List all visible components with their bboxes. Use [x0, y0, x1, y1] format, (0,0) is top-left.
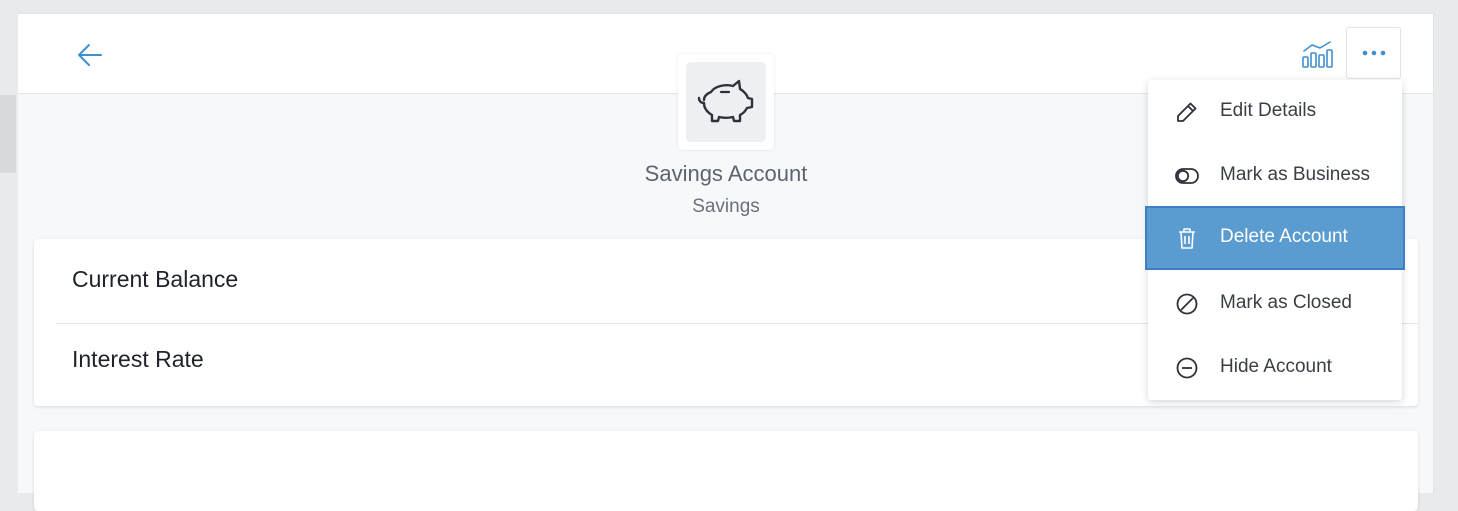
menu-item-mark-as-closed[interactable]: Mark as Closed [1148, 272, 1402, 336]
menu-item-label: Mark as Closed [1220, 292, 1352, 313]
menu-item-label: Delete Account [1220, 226, 1348, 247]
pencil-icon [1177, 102, 1197, 122]
account-name: Savings Account [644, 161, 808, 186]
interest-rate-label: Interest Rate [72, 346, 204, 372]
back-button[interactable] [76, 42, 104, 68]
current-balance-label: Current Balance [72, 266, 239, 292]
trash-icon [1179, 228, 1195, 249]
minus-circle-icon [1176, 357, 1198, 379]
menu-item-label: Mark as Business [1220, 164, 1370, 185]
menu-item-label: Edit Details [1220, 100, 1317, 121]
menu-item-delete-account[interactable]: Delete Account [1145, 206, 1405, 270]
ellipsis-icon [1362, 50, 1386, 56]
account-options-menu: Edit Details Mark as Business Delete Acc… [1145, 80, 1405, 400]
menu-item-hide-account[interactable]: Hide Account [1148, 336, 1402, 400]
trends-button[interactable] [1300, 40, 1334, 70]
arrow-left-icon [78, 44, 102, 66]
slash-circle-icon [1176, 293, 1198, 315]
background-panel-edge [0, 95, 16, 173]
toggle-icon [1175, 168, 1199, 184]
account-icon-background [686, 62, 766, 142]
menu-item-label: Hide Account [1220, 356, 1332, 377]
menu-item-edit-details[interactable]: Edit Details [1148, 80, 1402, 144]
secondary-card [34, 431, 1418, 511]
account-type: Savings [692, 196, 760, 217]
more-options-button[interactable] [1346, 27, 1401, 79]
menu-item-mark-as-business[interactable]: Mark as Business [1148, 144, 1402, 208]
piggy-bank-icon [697, 79, 754, 123]
bar-chart-icon [1302, 41, 1333, 68]
account-icon-card [678, 54, 774, 150]
